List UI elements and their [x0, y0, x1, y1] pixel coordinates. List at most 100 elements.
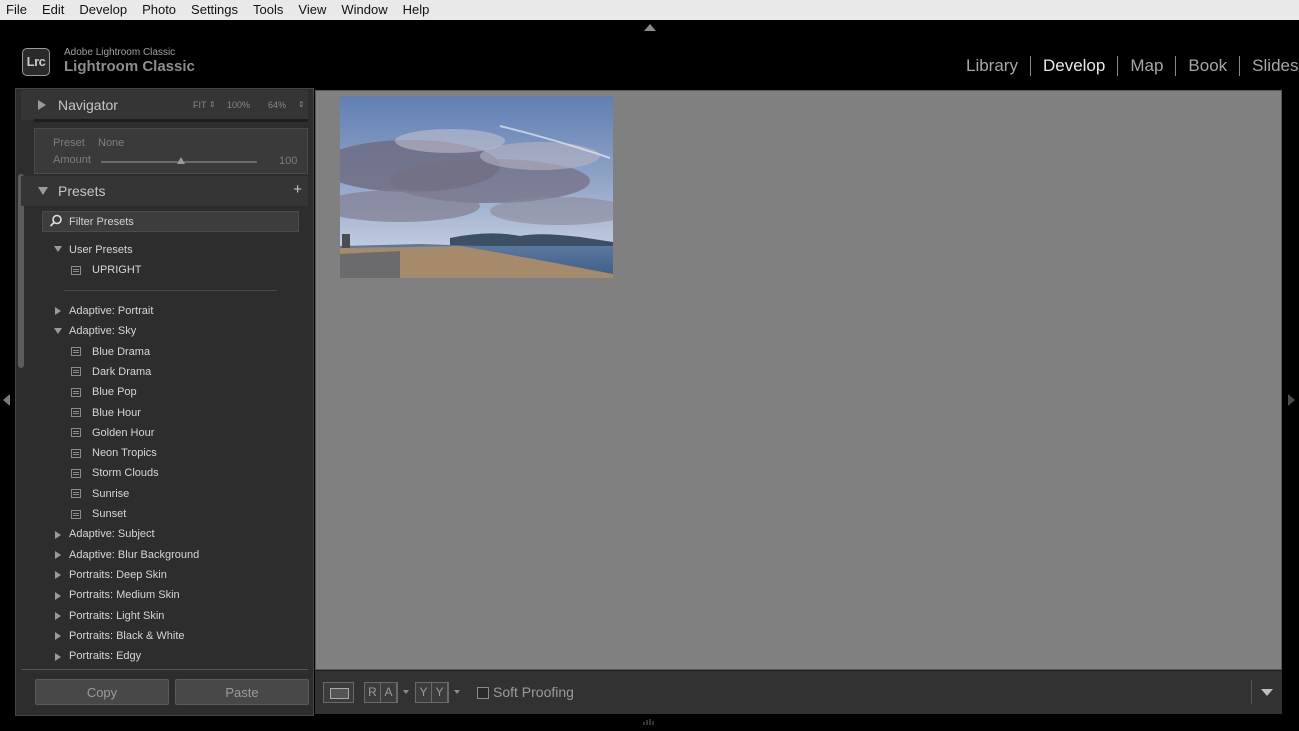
- soft-proofing-checkbox[interactable]: [477, 687, 489, 699]
- zoom-custom-stepper-icon[interactable]: ⇕: [298, 100, 305, 109]
- preset-value: None: [98, 137, 125, 149]
- module-separator: [1175, 56, 1177, 76]
- menu-file[interactable]: File: [6, 0, 27, 20]
- filter-placeholder: Filter Presets: [69, 216, 134, 228]
- bottom-panel-grip-icon[interactable]: [641, 718, 657, 726]
- preset-icon: [71, 489, 81, 498]
- menu-tools[interactable]: Tools: [253, 0, 283, 20]
- before-after-lr-button[interactable]: R A: [364, 682, 398, 703]
- menu-bar: File Edit Develop Photo Settings Tools V…: [0, 0, 1299, 20]
- photo-preview: [340, 96, 613, 278]
- preset-item[interactable]: Dark Drama: [92, 366, 151, 378]
- preset-item[interactable]: Storm Clouds: [92, 467, 159, 479]
- amount-slider-thumb[interactable]: [177, 157, 185, 164]
- preset-icon: [71, 367, 81, 376]
- module-slideshow[interactable]: Slidesho: [1252, 55, 1299, 77]
- add-preset-icon[interactable]: +: [293, 181, 302, 198]
- module-separator: [1117, 56, 1119, 76]
- menu-window[interactable]: Window: [341, 0, 387, 20]
- zoom-custom[interactable]: 64%: [268, 100, 286, 110]
- preset-icon: [71, 388, 81, 397]
- expand-triangle-icon[interactable]: [55, 307, 61, 315]
- preset-group[interactable]: Adaptive: Subject: [69, 528, 155, 540]
- preset-icon: [71, 428, 81, 437]
- expand-triangle-icon[interactable]: [55, 551, 61, 559]
- expand-triangle-icon[interactable]: [55, 592, 61, 600]
- preset-item[interactable]: Neon Tropics: [92, 447, 157, 459]
- preset-icon: [71, 469, 81, 478]
- preset-item[interactable]: Blue Hour: [92, 407, 141, 419]
- lrc-logo: Lrc: [22, 47, 50, 76]
- chevron-down-icon[interactable]: [403, 690, 409, 694]
- toolbar-menu-icon[interactable]: [1251, 680, 1276, 704]
- collapse-triangle-icon: [38, 187, 48, 195]
- before-after-tb-button[interactable]: Y Y: [415, 682, 449, 703]
- expand-triangle-icon[interactable]: [55, 653, 61, 661]
- navigator-preview-strip: [34, 119, 308, 122]
- module-separator: [1029, 56, 1031, 76]
- left-panel-toggle-icon[interactable]: [3, 394, 10, 406]
- preset-group[interactable]: Portraits: Medium Skin: [69, 589, 180, 601]
- navigator-title: Navigator: [58, 97, 118, 113]
- chevron-down-icon[interactable]: [454, 690, 460, 694]
- loupe-view-button[interactable]: [323, 682, 354, 703]
- zoom-100[interactable]: 100%: [227, 100, 250, 110]
- amount-label: Amount: [53, 154, 91, 166]
- preset-group-user-presets[interactable]: User Presets: [69, 244, 133, 256]
- search-icon: [49, 214, 62, 227]
- before-after-y2: Y: [432, 683, 448, 702]
- presets-header[interactable]: Presets +: [21, 176, 308, 206]
- preset-group[interactable]: Portraits: Black & White: [69, 630, 185, 642]
- zoom-fit[interactable]: FIT: [193, 100, 207, 110]
- expand-triangle-icon: [38, 100, 46, 110]
- before-after-a: A: [381, 683, 397, 702]
- navigator-header[interactable]: Navigator FIT ⇕ 100% 64% ⇕: [21, 90, 308, 120]
- right-panel-toggle-icon[interactable]: [1288, 394, 1295, 406]
- zoom-fit-stepper-icon[interactable]: ⇕: [209, 100, 216, 109]
- module-develop[interactable]: Develop: [1043, 55, 1105, 77]
- expand-triangle-icon[interactable]: [55, 571, 61, 579]
- expand-triangle-icon[interactable]: [55, 632, 61, 640]
- expand-triangle-icon[interactable]: [55, 531, 61, 539]
- identity-plate: Lrc Adobe Lightroom Classic Lightroom Cl…: [22, 47, 195, 76]
- preset-item[interactable]: Sunrise: [92, 488, 129, 500]
- module-library[interactable]: Library: [966, 55, 1018, 77]
- expand-triangle-icon[interactable]: [55, 612, 61, 620]
- before-after-r: R: [365, 683, 381, 702]
- amount-value: 100: [279, 155, 298, 167]
- before-after-y1: Y: [416, 683, 432, 702]
- preset-item[interactable]: Sunset: [92, 508, 126, 520]
- preset-icon: [71, 266, 81, 275]
- module-book[interactable]: Book: [1188, 55, 1227, 77]
- preset-group[interactable]: Portraits: Edgy: [69, 650, 141, 662]
- preset-icon: [71, 510, 81, 519]
- preset-group[interactable]: Portraits: Light Skin: [69, 610, 164, 622]
- preset-icon: [71, 408, 81, 417]
- preset-item[interactable]: Blue Drama: [92, 346, 150, 358]
- menu-help[interactable]: Help: [403, 0, 430, 20]
- tree-divider: [64, 290, 277, 291]
- top-panel-toggle-icon[interactable]: [644, 24, 656, 31]
- preset-label: Preset: [53, 137, 85, 149]
- preset-item[interactable]: Golden Hour: [92, 427, 154, 439]
- preset-group-adaptive-sky[interactable]: Adaptive: Sky: [69, 325, 136, 337]
- filter-presets-input[interactable]: Filter Presets: [42, 211, 299, 232]
- paste-button[interactable]: Paste: [175, 679, 309, 705]
- menu-photo[interactable]: Photo: [142, 0, 176, 20]
- preset-item[interactable]: Blue Pop: [92, 386, 137, 398]
- module-map[interactable]: Map: [1130, 55, 1163, 77]
- menu-settings[interactable]: Settings: [191, 0, 238, 20]
- menu-develop[interactable]: Develop: [79, 0, 127, 20]
- menu-edit[interactable]: Edit: [42, 0, 64, 20]
- collapse-triangle-icon[interactable]: [54, 246, 62, 252]
- preset-group[interactable]: Portraits: Deep Skin: [69, 569, 167, 581]
- menu-view[interactable]: View: [298, 0, 326, 20]
- identity-big-text: Lightroom Classic: [64, 58, 195, 75]
- preset-item-upright[interactable]: UPRIGHT: [92, 264, 142, 276]
- preset-group-adaptive-portrait[interactable]: Adaptive: Portrait: [69, 305, 153, 317]
- collapse-triangle-icon[interactable]: [54, 328, 62, 334]
- preset-group[interactable]: Adaptive: Blur Background: [69, 549, 199, 561]
- copy-button[interactable]: Copy: [35, 679, 169, 705]
- develop-toolbar: R A Y Y Soft Proofing: [315, 670, 1282, 714]
- identity-small-text: Adobe Lightroom Classic: [64, 47, 176, 58]
